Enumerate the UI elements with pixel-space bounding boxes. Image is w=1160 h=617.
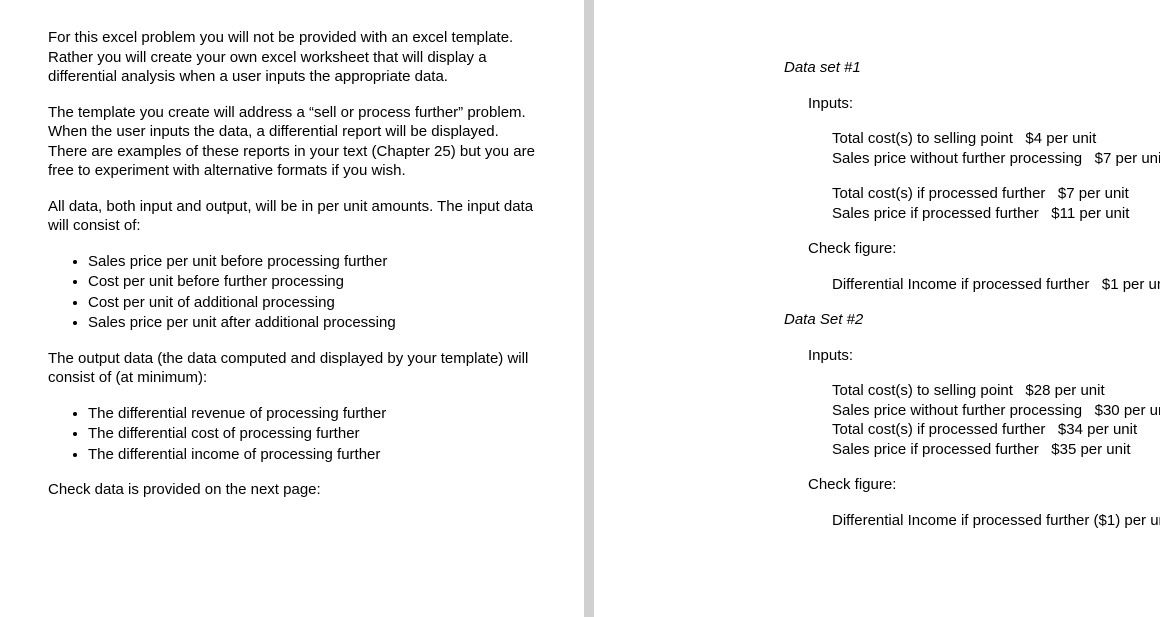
- output-data-list: The differential revenue of processing f…: [88, 404, 536, 465]
- check-figure-line: Differential Income if processed further…: [832, 511, 1112, 531]
- dataset-2-title: Data Set #2: [784, 310, 1112, 330]
- intro-paragraph-1: For this excel problem you will not be p…: [48, 28, 536, 87]
- list-item: The differential income of processing fu…: [88, 445, 536, 465]
- check-figure-label: Check figure:: [808, 475, 1112, 495]
- input-data-list: Sales price per unit before processing f…: [88, 252, 536, 333]
- list-item: The differential revenue of processing f…: [88, 404, 536, 424]
- check-figure-line: Differential Income if processed further…: [832, 275, 1112, 295]
- data-line: Total cost(s) to selling point $28 per u…: [832, 381, 1112, 401]
- data-line: Sales price without further processing $…: [832, 401, 1112, 421]
- output-intro-paragraph: The output data (the data computed and d…: [48, 349, 536, 388]
- page-divider: [586, 0, 594, 617]
- inputs-label: Inputs:: [808, 94, 1112, 114]
- data-line: Total cost(s) if processed further $34 p…: [832, 420, 1112, 440]
- document-page-left: For this excel problem you will not be p…: [0, 0, 584, 617]
- list-item: Cost per unit before further processing: [88, 272, 536, 292]
- data-line: Sales price if processed further $35 per…: [832, 440, 1112, 460]
- data-line: Total cost(s) to selling point $4 per un…: [832, 129, 1112, 149]
- intro-paragraph-2: The template you create will address a “…: [48, 103, 536, 181]
- list-item: Sales price per unit before processing f…: [88, 252, 536, 272]
- data-line: Total cost(s) if processed further $7 pe…: [832, 184, 1112, 204]
- list-item: The differential cost of processing furt…: [88, 424, 536, 444]
- document-page-right: Data set #1 Inputs: Total cost(s) to sel…: [594, 0, 1160, 617]
- list-item: Cost per unit of additional processing: [88, 293, 536, 313]
- dataset-1-title: Data set #1: [784, 58, 1112, 78]
- inputs-label: Inputs:: [808, 346, 1112, 366]
- list-item: Sales price per unit after additional pr…: [88, 313, 536, 333]
- data-line: Sales price if processed further $11 per…: [832, 204, 1112, 224]
- check-figure-label: Check figure:: [808, 239, 1112, 259]
- data-line: Sales price without further processing $…: [832, 149, 1112, 169]
- intro-paragraph-3: All data, both input and output, will be…: [48, 197, 536, 236]
- check-data-note: Check data is provided on the next page:: [48, 480, 536, 500]
